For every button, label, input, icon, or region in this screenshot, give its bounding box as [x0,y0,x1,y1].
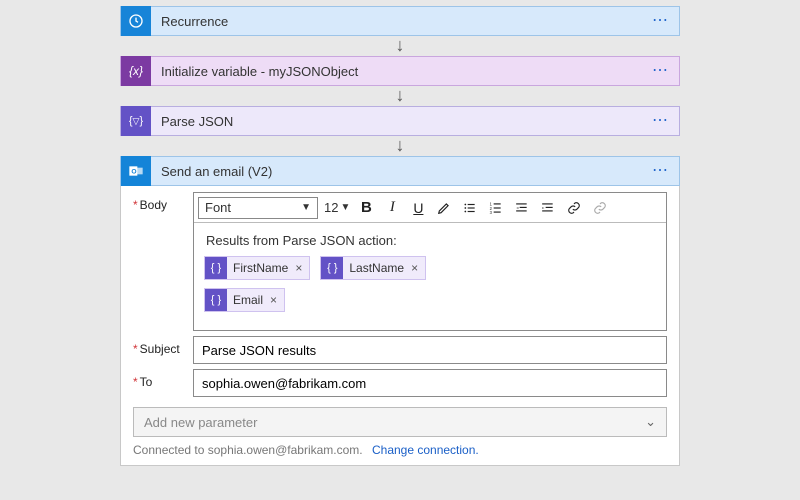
json-token-icon: { } [205,289,227,311]
variable-icon: {x} [121,56,151,86]
remove-token-icon[interactable]: × [267,293,280,307]
token-label: LastName [349,261,404,275]
body-field[interactable]: Font ▼ 12 ▼ B I U [193,192,667,331]
link-button[interactable] [564,197,584,219]
svg-text:3: 3 [490,209,493,214]
send-email-card: *Body Font ▼ 12 ▼ B I U [120,186,680,466]
number-list-button[interactable]: 123 [486,197,506,219]
json-token-icon: { } [321,257,343,279]
step-send-email[interactable]: O Send an email (V2) ⋯ [120,156,680,186]
highlight-button[interactable] [434,197,454,219]
underline-button[interactable]: U [408,197,428,219]
remove-token-icon[interactable]: × [408,261,421,275]
arrow-down-icon: ↓ [0,36,800,56]
add-parameter-select[interactable]: Add new parameter ⌄ [133,407,667,437]
add-parameter-placeholder: Add new parameter [144,415,257,430]
step-title: Recurrence [151,14,642,29]
to-label: *To [133,369,193,389]
to-field-wrap [193,369,667,397]
more-icon[interactable]: ⋯ [642,163,679,179]
bullet-list-button[interactable] [460,197,480,219]
subject-label: *Subject [133,336,193,356]
subject-field-wrap [193,336,667,364]
more-icon[interactable]: ⋯ [642,113,679,129]
token-email[interactable]: { } Email × [204,288,285,312]
arrow-down-icon: ↓ [0,86,800,106]
json-icon: {▽} [121,106,151,136]
body-label: *Body [133,192,193,212]
step-title: Parse JSON [151,114,642,129]
outlook-icon: O [121,156,151,186]
connected-to-text: Connected to sophia.owen@fabrikam.com. [133,443,363,457]
font-size-select[interactable]: 12 ▼ [324,197,350,219]
chevron-down-icon: ⌄ [645,414,656,430]
step-parse-json[interactable]: {▽} Parse JSON ⋯ [120,106,680,136]
token-lastname[interactable]: { } LastName × [320,256,426,280]
caret-down-icon: ▼ [301,202,311,213]
subject-input[interactable] [194,337,666,363]
italic-button[interactable]: I [382,197,402,219]
font-select[interactable]: Font ▼ [198,197,318,219]
step-initialize-variable[interactable]: {x} Initialize variable - myJSONObject ⋯ [120,56,680,86]
svg-text:O: O [131,169,136,176]
change-connection-link[interactable]: Change connection. [372,443,479,457]
json-token-icon: { } [205,257,227,279]
outdent-button[interactable] [512,197,532,219]
token-label: FirstName [233,261,288,275]
step-title: Initialize variable - myJSONObject [151,64,642,79]
body-editor[interactable]: Results from Parse JSON action: { } Firs… [194,223,666,330]
token-firstname[interactable]: { } FirstName × [204,256,310,280]
indent-button[interactable] [538,197,558,219]
font-name: Font [205,200,231,215]
more-icon[interactable]: ⋯ [642,63,679,79]
token-label: Email [233,293,263,307]
more-icon[interactable]: ⋯ [642,13,679,29]
connection-info: Connected to sophia.owen@fabrikam.com. C… [121,437,679,465]
font-size-value: 12 [324,200,338,215]
body-intro-text: Results from Parse JSON action: [206,233,656,248]
step-recurrence[interactable]: Recurrence ⋯ [120,6,680,36]
caret-down-icon: ▼ [340,202,350,213]
step-title: Send an email (V2) [151,164,642,179]
bold-button[interactable]: B [356,197,376,219]
richtext-toolbar: Font ▼ 12 ▼ B I U [194,193,666,223]
clock-icon [121,6,151,36]
unlink-button[interactable] [590,197,610,219]
remove-token-icon[interactable]: × [292,261,305,275]
to-input[interactable] [194,370,666,396]
arrow-down-icon: ↓ [0,136,800,156]
